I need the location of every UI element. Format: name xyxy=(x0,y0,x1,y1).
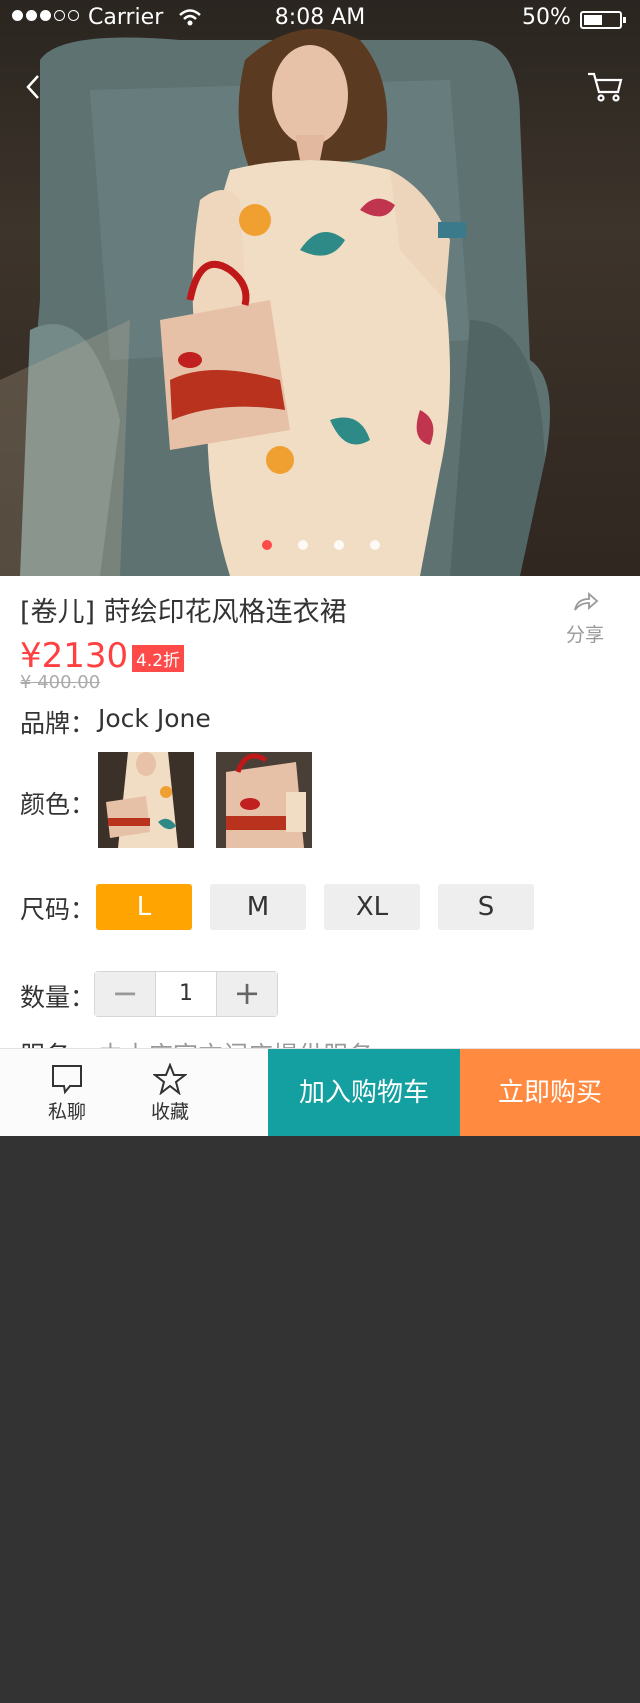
share-icon xyxy=(574,592,599,611)
chevron-left-icon xyxy=(26,75,39,99)
battery-icon xyxy=(580,11,626,29)
chat-button[interactable]: 私聊 xyxy=(32,1063,102,1124)
color-swatch-1[interactable] xyxy=(98,752,194,848)
size-label: 尺码： xyxy=(20,895,96,924)
favorite-button[interactable]: 收藏 xyxy=(135,1063,205,1124)
product-price: ¥2130 xyxy=(20,636,129,676)
original-price: ¥ 400.00 xyxy=(20,672,101,693)
brand-label: 品牌： xyxy=(20,709,96,738)
quantity-value[interactable]: 1 xyxy=(155,972,217,1016)
color-swatch-image xyxy=(98,752,194,848)
size-option-xl[interactable]: XL xyxy=(324,884,420,930)
pager-dot[interactable] xyxy=(370,540,380,550)
chat-bubble-icon xyxy=(52,1065,82,1095)
product-detail-screen: Carrier 8:08 AM 50% [卷儿] 莳绘印花风格连衣裙 分享 ¥2… xyxy=(0,0,640,1136)
quantity-decrease-button[interactable]: − xyxy=(95,972,155,1016)
add-to-cart-button[interactable]: 加入购物车 xyxy=(268,1049,460,1136)
pager-dot[interactable] xyxy=(298,540,308,550)
color-label: 颜色： xyxy=(20,790,96,819)
share-label: 分享 xyxy=(565,624,604,646)
size-option-m[interactable]: M xyxy=(210,884,306,930)
status-bar: Carrier 8:08 AM 50% xyxy=(0,0,640,40)
share-button[interactable]: 分享 xyxy=(560,590,610,647)
size-option-l[interactable]: L xyxy=(96,884,192,930)
quantity-label: 数量： xyxy=(20,983,96,1012)
cart-icon xyxy=(588,72,623,102)
discount-badge: 4.2折 xyxy=(132,645,185,672)
color-swatch-image xyxy=(216,752,312,848)
carousel-pager[interactable] xyxy=(262,540,380,550)
cart-button[interactable] xyxy=(586,70,624,104)
product-image-carousel[interactable] xyxy=(0,0,640,576)
favorite-label: 收藏 xyxy=(150,1101,189,1123)
buy-now-button[interactable]: 立即购买 xyxy=(460,1049,640,1136)
pager-dot-active[interactable] xyxy=(262,540,272,550)
chat-label: 私聊 xyxy=(47,1101,86,1123)
pager-dot[interactable] xyxy=(334,540,344,550)
product-title: [卷儿] 莳绘印花风格连衣裙 xyxy=(20,597,347,628)
quantity-increase-button[interactable]: + xyxy=(217,972,277,1016)
battery-percentage: 50% xyxy=(522,5,571,30)
star-icon xyxy=(153,1063,187,1095)
color-swatch-2[interactable] xyxy=(216,752,312,848)
back-button[interactable] xyxy=(18,70,48,104)
product-photo xyxy=(0,28,550,576)
brand-value: Jock Jone xyxy=(98,704,211,733)
quantity-stepper: − 1 + xyxy=(94,971,278,1017)
size-option-s[interactable]: S xyxy=(438,884,534,930)
bottom-action-bar: 私聊 收藏 加入购物车 立即购买 xyxy=(0,1048,640,1136)
